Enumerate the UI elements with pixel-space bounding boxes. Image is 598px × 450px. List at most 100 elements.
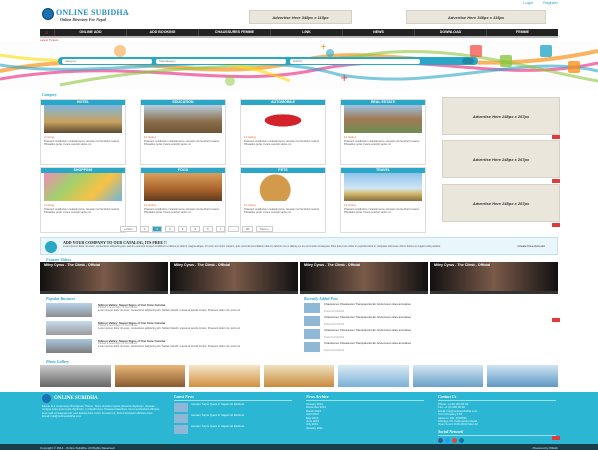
page-link[interactable]: 3	[165, 226, 175, 232]
nav-item-online-add[interactable]: ONLINE ADD	[54, 29, 126, 36]
category-card-pets[interactable]: PETS 12 listing Praesent vestibulum mole…	[240, 167, 326, 233]
post-title[interactable]: Chaussures Chaussures Transparente En An…	[324, 302, 424, 306]
gallery-photo[interactable]	[263, 365, 335, 387]
logo-icon[interactable]	[42, 8, 54, 20]
recent-post[interactable]: Chaussures Chaussures Transparente En An…	[304, 302, 434, 315]
page-next[interactable]: Next »	[256, 226, 273, 232]
gallery-photo[interactable]	[189, 365, 260, 387]
category-desc: Praesent vestibulum molestie lacus. Aene…	[344, 208, 420, 215]
district-select[interactable]: District	[290, 58, 420, 64]
business-item[interactable]: Silicon Valley: Sweet Signs of Cut Care …	[46, 339, 296, 353]
category-card-education[interactable]: EDUCATION 12 listing Praesent vestibulum…	[140, 99, 226, 165]
nav-item-news[interactable]: NEWS	[342, 29, 414, 36]
register-link[interactable]: Register	[543, 0, 558, 5]
svg-text:+: +	[340, 73, 348, 84]
video-title: Miley Cyrus - The Climb - Official	[174, 263, 231, 267]
post-date: Posted 12/12/2013	[324, 336, 345, 339]
page-link[interactable]: 20	[241, 226, 254, 232]
page-link[interactable]: 6	[203, 226, 213, 232]
nav-shadow	[40, 36, 558, 38]
video-player[interactable]: Miley Cyrus - The Climb - Official	[170, 262, 298, 294]
news-item[interactable]: Aenean Turpis Quasi In Sapien Et Eleifen…	[191, 413, 281, 423]
business-desc: Lorem ipsum dolor sit amet, consectetur …	[98, 345, 241, 348]
scroll-tab[interactable]	[552, 179, 560, 183]
header-ad-1[interactable]: Advertise Here 348px x 115px	[249, 10, 352, 24]
recent-post[interactable]: Chaussures Chaussures Transparente En An…	[304, 341, 434, 354]
search-button[interactable]	[462, 58, 474, 64]
linkedin-icon[interactable]	[459, 437, 464, 443]
photo-gallery	[40, 365, 559, 387]
scroll-tab[interactable]	[552, 318, 560, 322]
nav-item-femme[interactable]: FEMME	[486, 29, 558, 36]
category-card-shopping[interactable]: SHOPPING 4 listing Praesent vestibulum m…	[40, 167, 126, 233]
side-ad-2[interactable]: Advertise Here 248px x 267px	[442, 140, 560, 178]
recent-post[interactable]: Chaussures Chaussures Transparente En An…	[304, 328, 434, 341]
post-title[interactable]: Chaussures Chaussures Transparente En An…	[324, 341, 424, 345]
latest-news-heading: Latest News	[174, 394, 292, 401]
twitter-icon[interactable]	[445, 437, 450, 443]
category-card-real-estate[interactable]: REAL ESTATE 12 listing Praesent vestibul…	[340, 99, 426, 165]
business-item[interactable]: Silicon Valley: Sweet Signs of Cut Care …	[46, 303, 296, 317]
home-icon[interactable]: ⌂	[40, 29, 54, 36]
gallery-photo[interactable]	[114, 365, 186, 387]
page-link[interactable]: 4	[177, 226, 188, 232]
login-link[interactable]: Login	[523, 0, 533, 5]
post-title[interactable]: Chaussures Chaussures Transparente En An…	[324, 328, 424, 332]
post-date: Posted 12/12/2013	[324, 349, 345, 352]
category-count: 12 listing	[144, 135, 156, 139]
nav-item-link[interactable]: LINK	[270, 29, 342, 36]
logo-tagline: Online Directory For Nepal	[60, 17, 106, 22]
category-count: 12 listing	[344, 203, 356, 207]
google-plus-icon[interactable]	[452, 437, 457, 443]
gallery-photo[interactable]	[338, 365, 409, 387]
add-company-desc: Lorem ipsum dolor sit amet, consectetur …	[63, 245, 441, 248]
scroll-tab[interactable]	[552, 223, 560, 227]
news-item[interactable]: Aenean Turpis Quasi In Sapien Et Eleifen…	[191, 402, 281, 412]
business-thumb	[46, 339, 92, 353]
video-controls[interactable]	[40, 291, 168, 294]
footer-email[interactable]: Email: info@onlinesubidha.com	[42, 414, 160, 418]
video-player[interactable]: Miley Cyrus - The Climb - Official	[430, 262, 558, 294]
page-link[interactable]: 1	[139, 226, 150, 232]
video-controls[interactable]	[430, 291, 558, 294]
recent-post[interactable]: Chaussures Chaussures Transparente En An…	[304, 315, 434, 328]
category-image	[344, 105, 422, 133]
nav-item-download[interactable]: DOWNLOAD	[414, 29, 486, 36]
page-link[interactable]: 5	[190, 226, 201, 232]
gallery-photo[interactable]	[40, 365, 111, 387]
nav-item-chaussures-femme[interactable]: CHAUSSURES FEMME	[198, 29, 270, 36]
powered-by[interactable]: Powered by Klikish	[533, 446, 558, 450]
video-controls[interactable]	[300, 291, 428, 294]
business-item[interactable]: Silicon Valley: Sweet Signs of Cut Care …	[46, 321, 296, 335]
video-player[interactable]: Miley Cyrus - The Climb - Official	[40, 262, 168, 294]
category-card-travel[interactable]: TRAVEL 12 listing Praesent vestibulum mo…	[340, 167, 426, 233]
category-select[interactable]: category	[62, 58, 152, 64]
page-link-current[interactable]: 2	[152, 226, 163, 232]
add-company-banner: ADD YOUR COMPANY TO OUR CATALOG, ITS FRE…	[40, 237, 558, 255]
category-card-hotel[interactable]: HOTEL 4 listing Praesent vestibulum mole…	[40, 99, 126, 165]
header-ad-2[interactable]: Advertise Here 348px x 115px	[406, 10, 546, 24]
scroll-tab[interactable]	[552, 436, 560, 440]
archive-item[interactable]: January 2011	[306, 426, 424, 430]
category-desc: Praesent vestibulum molestie lacus. Aene…	[244, 208, 320, 215]
nav-item-add-booking[interactable]: ADD BOOKING	[126, 29, 198, 36]
create-account-button[interactable]: Create Free Account	[517, 244, 545, 248]
scroll-tab[interactable]	[552, 135, 560, 139]
news-item[interactable]: Aenean Turpis Quasi In Sapien Et Eleifen…	[191, 424, 281, 434]
post-title[interactable]: Chaussures Chaussures Transparente En An…	[324, 315, 424, 319]
page-prev[interactable]: « Prev	[120, 226, 137, 232]
video-title: Miley Cyrus - The Climb - Official	[304, 263, 361, 267]
gallery-photo[interactable]	[412, 365, 484, 387]
video-strip: Miley Cyrus - The Climb - Official Miley…	[40, 262, 558, 294]
video-player[interactable]: Miley Cyrus - The Climb - Official	[300, 262, 428, 294]
logo-title[interactable]: ONLINE SUBIDHA	[56, 8, 129, 17]
facebook-icon[interactable]	[438, 437, 443, 443]
category-card-automobile[interactable]: AUTOMOBILE 12 listing Praesent vestibulu…	[240, 99, 326, 165]
side-ad-3[interactable]: Advertise Here 248px x 267px	[442, 184, 560, 222]
gallery-photo[interactable]	[487, 365, 559, 387]
category-card-food[interactable]: FOOD 12 listing Praesent vestibulum mole…	[140, 167, 226, 233]
video-controls[interactable]	[170, 291, 298, 294]
page-link[interactable]: 7	[215, 226, 226, 232]
subcategory-select[interactable]: Subcategory	[156, 58, 286, 64]
side-ad-1[interactable]: Advertise Here 248px x 267px	[442, 97, 560, 135]
